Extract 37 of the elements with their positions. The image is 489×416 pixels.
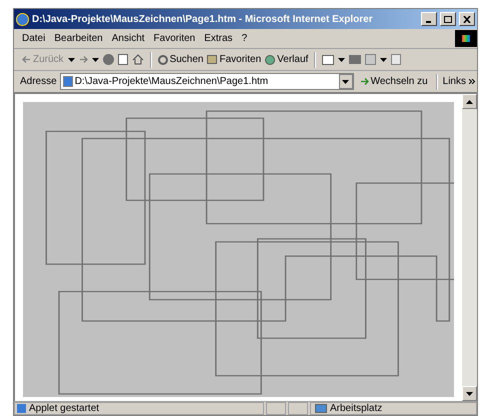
menu-item[interactable]: Bearbeiten bbox=[54, 31, 103, 46]
maximize-icon bbox=[444, 16, 452, 22]
chevron-icon[interactable] bbox=[469, 79, 475, 84]
status-message: Applet gestartet bbox=[29, 402, 100, 416]
minimize-button[interactable] bbox=[421, 12, 437, 26]
menu-item[interactable]: Extras bbox=[204, 31, 233, 46]
dropdown-arrow-icon bbox=[380, 58, 388, 62]
vertical-scrollbar[interactable] bbox=[462, 94, 477, 401]
dropdown-arrow-icon bbox=[68, 58, 75, 62]
address-label: Adresse bbox=[20, 75, 57, 89]
dropdown-arrow-icon bbox=[92, 58, 99, 62]
search-button[interactable]: Suchen bbox=[158, 52, 204, 67]
back-arrow-icon bbox=[22, 56, 31, 63]
dropdown-arrow-icon bbox=[466, 392, 473, 396]
close-button[interactable] bbox=[459, 12, 475, 26]
home-icon[interactable] bbox=[132, 54, 144, 65]
menu-item[interactable]: ? bbox=[242, 31, 248, 46]
scroll-up-button[interactable] bbox=[462, 94, 477, 109]
menu-item[interactable]: Favoriten bbox=[154, 31, 196, 46]
up-arrow-icon bbox=[466, 100, 473, 104]
menu-item[interactable]: Ansicht bbox=[112, 31, 145, 46]
dropdown-arrow-icon bbox=[342, 80, 350, 84]
favorites-button[interactable]: Favoriten bbox=[207, 52, 262, 67]
go-arrow-icon bbox=[360, 78, 369, 85]
address-field[interactable]: D:\Java-Projekte\MausZeichnen\Page1.htm bbox=[60, 73, 354, 90]
window-title: D:\Java-Projekte\MausZeichnen\Page1.htm - Microsoft Internet Explorer bbox=[32, 12, 374, 26]
forward-arrow-icon bbox=[78, 56, 88, 63]
scroll-down-button[interactable] bbox=[462, 386, 477, 401]
links-button[interactable]: Links bbox=[442, 74, 466, 89]
menu-item[interactable]: Datei bbox=[22, 31, 46, 46]
close-icon bbox=[463, 16, 471, 22]
dropdown-arrow-icon bbox=[338, 58, 346, 62]
dropdown-button[interactable] bbox=[338, 74, 353, 89]
go-button[interactable]: Wechseln zu bbox=[356, 74, 431, 89]
zone-label: Arbeitsplatz bbox=[330, 402, 382, 416]
history-button[interactable]: Verlauf bbox=[265, 52, 308, 67]
maximize-button[interactable] bbox=[440, 12, 456, 26]
